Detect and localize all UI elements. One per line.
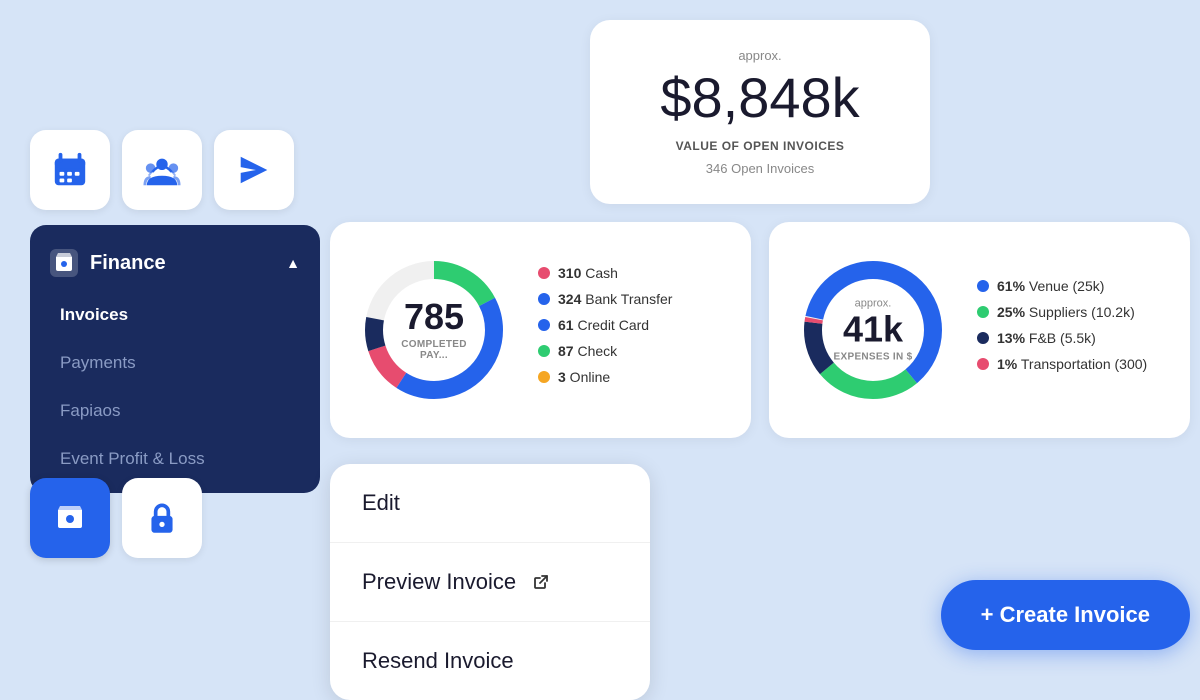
- sidebar-finance-header[interactable]: Finance ▲: [30, 235, 320, 291]
- payments-count: 785: [394, 299, 474, 335]
- transport-pct: 1%: [997, 356, 1017, 372]
- create-invoice-button[interactable]: + Create Invoice: [941, 580, 1190, 650]
- expenses-value: 41k: [834, 311, 913, 347]
- transport-dot: [977, 358, 989, 370]
- suppliers-pct: 25%: [997, 304, 1025, 320]
- venue-pct: 61%: [997, 278, 1025, 294]
- middle-row: 785 COMPLETED PAY... 310 Cash 324 Bank T…: [330, 222, 1190, 438]
- preview-invoice-menu-item[interactable]: Preview Invoice: [330, 543, 650, 622]
- stat-sub: 346 Open Invoices: [630, 161, 890, 176]
- cash-count: 310: [558, 265, 581, 281]
- external-link-icon: [532, 573, 550, 591]
- fnb-pct: 13%: [997, 330, 1025, 346]
- expenses-label: EXPENSES IN $: [834, 351, 913, 362]
- sidebar-nav: Finance ▲ Invoices Payments Fapiaos Even…: [30, 225, 320, 493]
- cash-dot: [538, 267, 550, 279]
- legend-check: 87 Check: [538, 343, 727, 359]
- sidebar-item-fapiaos[interactable]: Fapiaos: [30, 387, 320, 435]
- check-dot: [538, 345, 550, 357]
- sidebar-item-payments[interactable]: Payments: [30, 339, 320, 387]
- main-content: approx. $8,848k VALUE OF OPEN INVOICES 3…: [330, 10, 1190, 690]
- dropdown-menu: Edit Preview Invoice Resend Invoice: [330, 464, 650, 700]
- preview-invoice-label: Preview Invoice: [362, 569, 516, 595]
- bank-dot: [538, 293, 550, 305]
- community-nav-button[interactable]: [122, 130, 202, 210]
- cards-area: approx. $8,848k VALUE OF OPEN INVOICES 3…: [330, 20, 1190, 700]
- stat-label: VALUE OF OPEN INVOICES: [630, 139, 890, 153]
- legend-venue: 61% Venue (25k): [977, 278, 1166, 294]
- sidebar-icons-bottom: [30, 478, 202, 558]
- legend-suppliers: 25% Suppliers (10.2k): [977, 304, 1166, 320]
- credit-dot: [538, 319, 550, 331]
- venue-dot: [977, 280, 989, 292]
- edit-label: Edit: [362, 490, 400, 516]
- expenses-donut-label: approx. 41k EXPENSES IN $: [834, 297, 913, 362]
- payments-legend: 310 Cash 324 Bank Transfer 61 Credit Car…: [538, 265, 727, 395]
- legend-online: 3 Online: [538, 369, 727, 385]
- stat-value: $8,848k: [630, 67, 890, 129]
- send-nav-button[interactable]: [214, 130, 294, 210]
- online-dot: [538, 371, 550, 383]
- payments-label: COMPLETED PAY...: [394, 339, 474, 361]
- edit-menu-item[interactable]: Edit: [330, 464, 650, 543]
- payments-donut-label: 785 COMPLETED PAY...: [394, 299, 474, 361]
- open-invoices-card: approx. $8,848k VALUE OF OPEN INVOICES 3…: [590, 20, 930, 204]
- expenses-legend: 61% Venue (25k) 25% Suppliers (10.2k) 13…: [977, 278, 1166, 382]
- credit-count: 61: [558, 317, 574, 333]
- sidebar-icons-top: [30, 130, 294, 210]
- legend-credit: 61 Credit Card: [538, 317, 727, 333]
- legend-fnb: 13% F&B (5.5k): [977, 330, 1166, 346]
- lock-bottom-button[interactable]: [122, 478, 202, 558]
- sidebar-title: Finance: [90, 252, 166, 275]
- sidebar-arrow: ▲: [286, 255, 300, 271]
- legend-cash: 310 Cash: [538, 265, 727, 281]
- payments-chart-card: 785 COMPLETED PAY... 310 Cash 324 Bank T…: [330, 222, 751, 438]
- check-count: 87: [558, 343, 574, 359]
- finance-bottom-button[interactable]: [30, 478, 110, 558]
- resend-invoice-menu-item[interactable]: Resend Invoice: [330, 622, 650, 700]
- bank-count: 324: [558, 291, 581, 307]
- legend-bank: 324 Bank Transfer: [538, 291, 727, 307]
- resend-invoice-label: Resend Invoice: [362, 648, 514, 674]
- calendar-nav-button[interactable]: [30, 130, 110, 210]
- expenses-chart-card: approx. 41k EXPENSES IN $ 61% Venue (25k…: [769, 222, 1190, 438]
- legend-transport: 1% Transportation (300): [977, 356, 1166, 372]
- sidebar-item-event-profit[interactable]: Event Profit & Loss: [30, 435, 320, 483]
- sidebar-item-invoices[interactable]: Invoices: [30, 291, 320, 339]
- fnb-dot: [977, 332, 989, 344]
- suppliers-dot: [977, 306, 989, 318]
- expenses-donut: approx. 41k EXPENSES IN $: [793, 250, 953, 410]
- approx-label: approx.: [630, 48, 890, 63]
- payments-donut: 785 COMPLETED PAY...: [354, 250, 514, 410]
- online-count: 3: [558, 369, 566, 385]
